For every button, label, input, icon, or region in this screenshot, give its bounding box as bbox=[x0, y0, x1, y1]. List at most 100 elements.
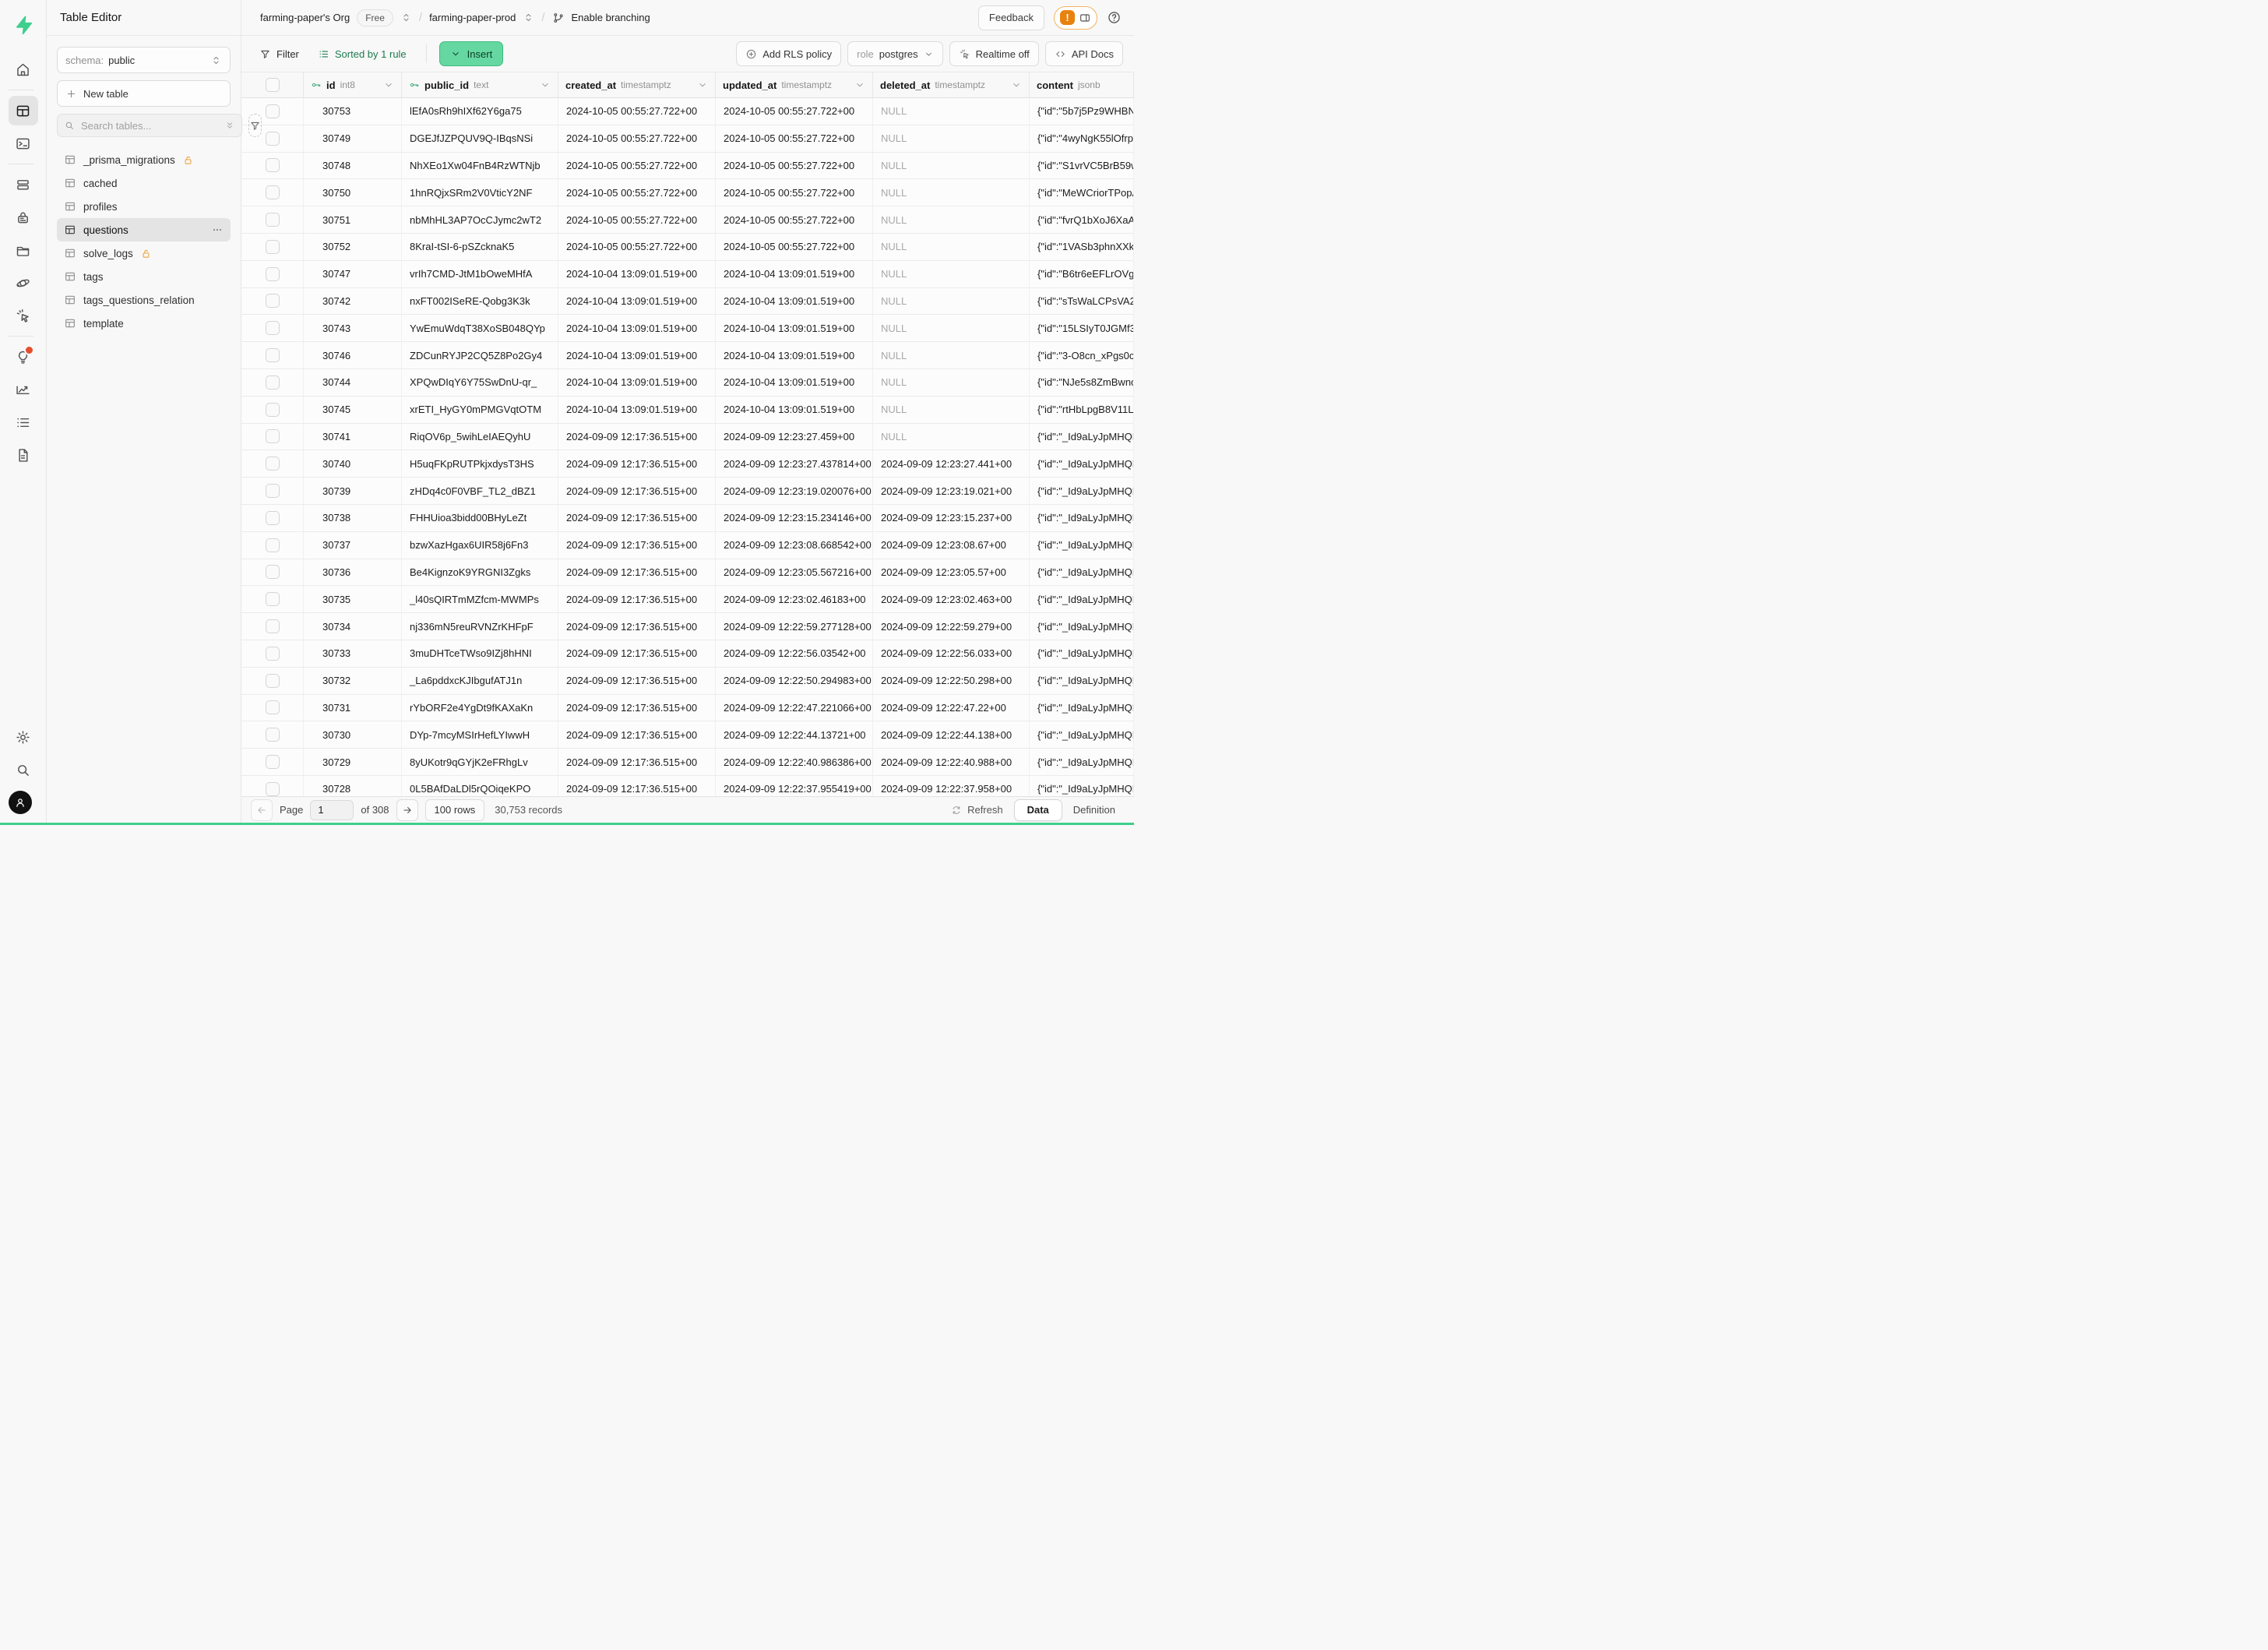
role-select-button[interactable]: role postgres bbox=[847, 41, 943, 66]
cell-deleted_at[interactable]: NULL bbox=[873, 424, 1030, 450]
cell-updated_at[interactable]: 2024-10-04 13:09:01.519+00 bbox=[716, 369, 873, 396]
api-docs-button[interactable]: API Docs bbox=[1045, 41, 1123, 66]
cell-id[interactable]: 30736 bbox=[304, 559, 402, 586]
cell-deleted_at[interactable]: 2024-09-09 12:22:56.033+00 bbox=[873, 640, 1030, 667]
cell-content[interactable]: {"id":"_Id9aLyJpMHQLaiQG bbox=[1030, 721, 1134, 748]
chevron-down-icon[interactable] bbox=[540, 79, 551, 90]
cell-id[interactable]: 30745 bbox=[304, 397, 402, 423]
row-checkbox[interactable] bbox=[266, 647, 280, 661]
column-header-content[interactable]: contentjsonb bbox=[1030, 72, 1134, 97]
cell-created_at[interactable]: 2024-10-05 00:55:27.722+00 bbox=[558, 234, 716, 260]
cell-updated_at[interactable]: 2024-10-05 00:55:27.722+00 bbox=[716, 125, 873, 152]
cell-content[interactable]: {"id":"rtHbLpgB8V11LUK7152 bbox=[1030, 397, 1134, 423]
row-checkbox[interactable] bbox=[266, 755, 280, 769]
cell-content[interactable]: {"id":"sTsWaLCPsVA2WuK2 bbox=[1030, 288, 1134, 315]
row-checkbox[interactable] bbox=[266, 511, 280, 525]
cell-updated_at[interactable]: 2024-10-04 13:09:01.519+00 bbox=[716, 397, 873, 423]
cell-content[interactable]: {"id":"4wyNgK55lOfrpmYZc bbox=[1030, 125, 1134, 152]
cell-deleted_at[interactable]: 2024-09-09 12:22:37.958+00 bbox=[873, 776, 1030, 796]
sidebar-item-realtime[interactable] bbox=[9, 301, 38, 330]
cell-deleted_at[interactable]: 2024-09-09 12:22:47.22+00 bbox=[873, 695, 1030, 721]
chevron-down-icon[interactable] bbox=[697, 79, 708, 90]
rows-per-page-button[interactable]: 100 rows bbox=[425, 799, 485, 821]
cell-id[interactable]: 30733 bbox=[304, 640, 402, 667]
table-list-item[interactable]: tags bbox=[57, 265, 231, 288]
cell-updated_at[interactable]: 2024-09-09 12:22:47.221066+00 bbox=[716, 695, 873, 721]
row-checkbox[interactable] bbox=[266, 375, 280, 390]
cell-content[interactable]: {"id":"B6tr6eEFLrOVgeUmH bbox=[1030, 261, 1134, 287]
cell-id[interactable]: 30738 bbox=[304, 505, 402, 531]
row-checkbox[interactable] bbox=[266, 538, 280, 552]
cell-public_id[interactable]: ZDCunRYJP2CQ5Z8Po2Gy4 bbox=[402, 342, 558, 368]
cell-content[interactable]: {"id":"_Id9aLyJpMHQLaiQG bbox=[1030, 776, 1134, 796]
cell-id[interactable]: 30729 bbox=[304, 749, 402, 775]
cell-updated_at[interactable]: 2024-10-05 00:55:27.722+00 bbox=[716, 234, 873, 260]
cell-public_id[interactable]: 3muDHTceTWso9IZj8hHNI bbox=[402, 640, 558, 667]
table-list-item[interactable]: template bbox=[57, 312, 231, 335]
column-header-updated_at[interactable]: updated_attimestamptz bbox=[716, 72, 873, 97]
column-header-id[interactable]: idint8 bbox=[304, 72, 402, 97]
insert-button[interactable]: Insert bbox=[439, 41, 504, 66]
cell-public_id[interactable]: zHDq4c0F0VBF_TL2_dBZ1 bbox=[402, 478, 558, 504]
sidebar-item-settings[interactable] bbox=[9, 722, 38, 752]
cell-public_id[interactable]: Be4KignzoK9YRGNI3Zgks bbox=[402, 559, 558, 586]
cell-content[interactable]: {"id":"_Id9aLyJpMHQLaiQG bbox=[1030, 505, 1134, 531]
cell-content[interactable]: {"id":"_Id9aLyJpMHQLaiQG bbox=[1030, 640, 1134, 667]
cell-content[interactable]: {"id":"_Id9aLyJpMHQLaiQG bbox=[1030, 749, 1134, 775]
cell-created_at[interactable]: 2024-10-05 00:55:27.722+00 bbox=[558, 206, 716, 233]
cell-created_at[interactable]: 2024-09-09 12:17:36.515+00 bbox=[558, 586, 716, 612]
row-checkbox[interactable] bbox=[266, 267, 280, 281]
cell-id[interactable]: 30749 bbox=[304, 125, 402, 152]
cell-created_at[interactable]: 2024-10-04 13:09:01.519+00 bbox=[558, 261, 716, 287]
column-header-created_at[interactable]: created_attimestamptz bbox=[558, 72, 716, 97]
sidebar-item-sql-editor[interactable] bbox=[9, 129, 38, 158]
cell-created_at[interactable]: 2024-09-09 12:17:36.515+00 bbox=[558, 450, 716, 477]
cell-public_id[interactable]: 0L5BAfDaLDl5rQOiqeKPO bbox=[402, 776, 558, 796]
table-list-item[interactable]: cached bbox=[57, 171, 231, 195]
page-number-input[interactable] bbox=[310, 800, 354, 820]
cell-content[interactable]: {"id":"S1vrVC5BrB59wqcM4 bbox=[1030, 153, 1134, 179]
cell-updated_at[interactable]: 2024-09-09 12:23:05.567216+00 bbox=[716, 559, 873, 586]
cell-deleted_at[interactable]: 2024-09-09 12:22:59.279+00 bbox=[873, 613, 1030, 640]
cell-content[interactable]: {"id":"_Id9aLyJpMHQLaiQG bbox=[1030, 450, 1134, 477]
project-name[interactable]: farming-paper-prod bbox=[429, 12, 516, 23]
cell-deleted_at[interactable]: NULL bbox=[873, 261, 1030, 287]
cell-updated_at[interactable]: 2024-09-09 12:22:40.986386+00 bbox=[716, 749, 873, 775]
cell-deleted_at[interactable]: NULL bbox=[873, 234, 1030, 260]
cell-updated_at[interactable]: 2024-09-09 12:22:37.955419+00 bbox=[716, 776, 873, 796]
schema-select[interactable]: schema: public bbox=[57, 47, 231, 73]
cell-public_id[interactable]: nbMhHL3AP7OcCJymc2wT2 bbox=[402, 206, 558, 233]
sidebar-item-api-docs[interactable] bbox=[9, 440, 38, 470]
cell-public_id[interactable]: _l40sQIRTmMZfcm-MWMPs bbox=[402, 586, 558, 612]
row-checkbox[interactable] bbox=[266, 185, 280, 199]
search-tables-input[interactable] bbox=[79, 119, 220, 132]
cell-content[interactable]: {"id":"_Id9aLyJpMHQLaiQG bbox=[1030, 668, 1134, 694]
column-header-public_id[interactable]: public_idtext bbox=[402, 72, 558, 97]
sidebar-item-advisors[interactable] bbox=[9, 342, 38, 372]
cell-content[interactable]: {"id":"_Id9aLyJpMHQLaiQG bbox=[1030, 478, 1134, 504]
cell-content[interactable]: {"id":"_Id9aLyJpMHQLaiQG bbox=[1030, 559, 1134, 586]
chevron-down-icon[interactable] bbox=[854, 79, 865, 90]
cell-public_id[interactable]: nj336mN5reuRVNZrKHFpF bbox=[402, 613, 558, 640]
cell-id[interactable]: 30746 bbox=[304, 342, 402, 368]
cell-created_at[interactable]: 2024-10-05 00:55:27.722+00 bbox=[558, 125, 716, 152]
user-avatar[interactable] bbox=[9, 791, 32, 814]
cell-id[interactable]: 30728 bbox=[304, 776, 402, 796]
cell-created_at[interactable]: 2024-09-09 12:17:36.515+00 bbox=[558, 532, 716, 559]
cell-id[interactable]: 30742 bbox=[304, 288, 402, 315]
cell-deleted_at[interactable]: NULL bbox=[873, 153, 1030, 179]
cell-public_id[interactable]: xrETI_HyGY0mPMGVqtOTM bbox=[402, 397, 558, 423]
cell-created_at[interactable]: 2024-09-09 12:17:36.515+00 bbox=[558, 613, 716, 640]
cell-id[interactable]: 30740 bbox=[304, 450, 402, 477]
cell-content[interactable]: {"id":"fvrQ1bXoJ6XaAD08G bbox=[1030, 206, 1134, 233]
cell-deleted_at[interactable]: 2024-09-09 12:22:40.988+00 bbox=[873, 749, 1030, 775]
cell-created_at[interactable]: 2024-10-04 13:09:01.519+00 bbox=[558, 288, 716, 315]
cell-updated_at[interactable]: 2024-09-09 12:23:15.234146+00 bbox=[716, 505, 873, 531]
add-rls-policy-button[interactable]: Add RLS policy bbox=[736, 41, 841, 66]
cell-created_at[interactable]: 2024-09-09 12:17:36.515+00 bbox=[558, 668, 716, 694]
table-list-item[interactable]: _prisma_migrations bbox=[57, 148, 231, 171]
help-button[interactable] bbox=[1107, 10, 1122, 25]
cell-created_at[interactable]: 2024-09-09 12:17:36.515+00 bbox=[558, 424, 716, 450]
cell-public_id[interactable]: nxFT002ISeRE-Qobg3K3k bbox=[402, 288, 558, 315]
cell-created_at[interactable]: 2024-09-09 12:17:36.515+00 bbox=[558, 478, 716, 504]
